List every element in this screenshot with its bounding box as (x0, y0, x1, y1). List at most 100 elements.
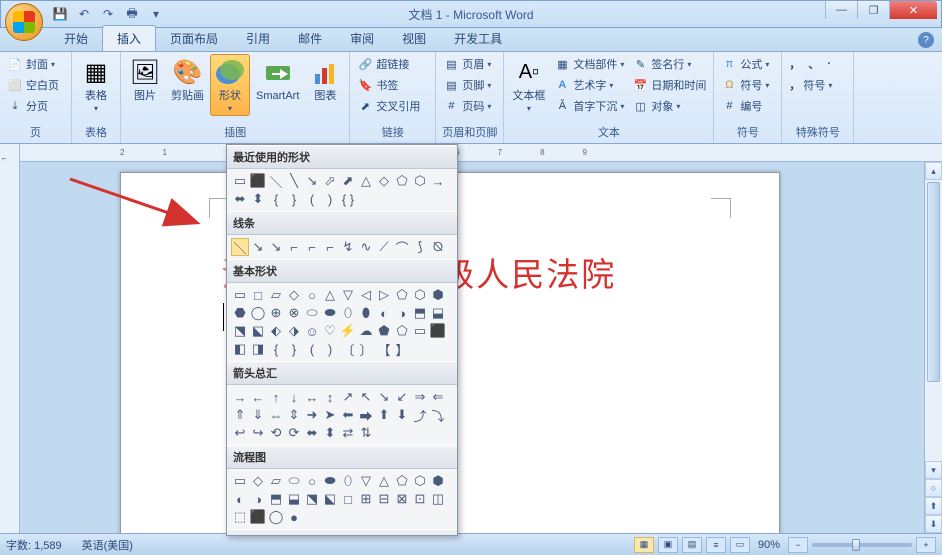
shape-item[interactable]: ○ (303, 472, 321, 490)
shape-item[interactable]: ⬠ (393, 322, 411, 340)
shape-item[interactable]: □ (339, 490, 357, 508)
crossref-button[interactable]: ⬈交叉引用 (354, 96, 423, 116)
shape-item[interactable]: ⮕ (357, 406, 375, 424)
shape-item[interactable]: ⬈ (339, 172, 357, 190)
minimize-button[interactable]: ― (825, 1, 857, 19)
shape-item[interactable]: → (231, 388, 249, 406)
shape-item[interactable]: { (267, 190, 285, 208)
page-break-button[interactable]: ⤓分页 (4, 96, 62, 116)
shape-item[interactable]: ⬛ (249, 172, 267, 190)
shape-item[interactable]: ⦰ (429, 238, 447, 256)
shape-item[interactable]: ⬀ (321, 172, 339, 190)
document-scroll[interactable]: 汀 中级人民法院 (20, 162, 924, 533)
cover-page-button[interactable]: 📄封面▾ (4, 54, 62, 74)
shape-item[interactable]: ⊞ (357, 490, 375, 508)
shape-item[interactable]: 】 (393, 340, 411, 358)
shape-item[interactable]: ▽ (339, 286, 357, 304)
shape-item[interactable]: ⬍ (321, 424, 339, 442)
shape-item[interactable]: ( (303, 340, 321, 358)
shape-item[interactable]: ▭ (231, 286, 249, 304)
shape-item[interactable]: { } (339, 190, 357, 208)
shape-item[interactable]: ＼ (267, 172, 285, 190)
scroll-down-button[interactable]: ▾ (925, 461, 942, 479)
shape-item[interactable]: ⬡ (411, 172, 429, 190)
shape-item[interactable]: ◯ (267, 508, 285, 526)
shape-item[interactable]: ⬕ (249, 322, 267, 340)
sigline-button[interactable]: ✎签名行▾ (629, 54, 709, 74)
shape-item[interactable]: ↓ (285, 388, 303, 406)
shape-item[interactable]: ▱ (267, 472, 285, 490)
shape-item[interactable]: ⟲ (267, 424, 285, 442)
shape-item[interactable]: ↗ (339, 388, 357, 406)
shape-item[interactable]: ⬭ (285, 472, 303, 490)
shape-item[interactable]: ⬟ (375, 322, 393, 340)
shape-item[interactable]: ⊗ (285, 304, 303, 322)
shape-item[interactable]: } (285, 340, 303, 358)
shape-item[interactable]: ⬅ (339, 406, 357, 424)
shape-item[interactable]: ⇓ (249, 406, 267, 424)
shape-item[interactable]: ↯ (339, 238, 357, 256)
scroll-track[interactable] (925, 180, 942, 461)
dunhao-button[interactable]: 、 (805, 54, 822, 74)
redo-icon[interactable]: ↷ (99, 5, 117, 23)
shape-item[interactable]: ⟳ (285, 424, 303, 442)
footer-button[interactable]: ▤页脚▾ (440, 75, 494, 95)
shape-item[interactable]: ⬔ (231, 322, 249, 340)
shape-item[interactable]: ↘ (267, 238, 285, 256)
shape-item[interactable]: ↘ (303, 172, 321, 190)
shape-item[interactable]: △ (321, 286, 339, 304)
shape-item[interactable]: ⬡ (411, 472, 429, 490)
shape-item[interactable]: ⊡ (411, 490, 429, 508)
shape-item[interactable]: ⤴ (411, 406, 429, 424)
shape-item[interactable]: ⊟ (375, 490, 393, 508)
shape-item[interactable]: ⬗ (285, 322, 303, 340)
zoom-slider[interactable] (812, 543, 912, 547)
zoom-slider-thumb[interactable] (852, 539, 860, 551)
shape-item[interactable]: ▭ (231, 172, 249, 190)
vertical-scrollbar[interactable]: ▴ ▾ ○ ⬆ ⬇ (924, 162, 942, 533)
shape-item[interactable]: ⬍ (249, 190, 267, 208)
shape-item[interactable]: ☁ (357, 322, 375, 340)
qat-dropdown-icon[interactable]: ▾ (147, 5, 165, 23)
zoom-out-button[interactable]: − (788, 537, 808, 553)
shape-item[interactable]: △ (375, 472, 393, 490)
shape-item[interactable]: ⬛ (429, 322, 447, 340)
shape-item[interactable]: ↔ (303, 388, 321, 406)
shape-item[interactable]: ⬛ (249, 508, 267, 526)
shape-item[interactable]: ◯ (249, 304, 267, 322)
shape-item[interactable]: ⇅ (357, 424, 375, 442)
shape-item[interactable]: ➤ (321, 406, 339, 424)
equation-button[interactable]: π公式▾ (718, 54, 772, 74)
shape-item[interactable]: ↩ (231, 424, 249, 442)
wordart-button[interactable]: A艺术字▾ (551, 75, 627, 95)
shape-item[interactable]: ▷ (375, 286, 393, 304)
shape-item[interactable]: ⇐ (429, 388, 447, 406)
shape-item[interactable]: ) (321, 190, 339, 208)
dropcap-button[interactable]: Ǎ首字下沉▾ (551, 96, 627, 116)
shape-item[interactable]: ⬠ (393, 286, 411, 304)
shape-item[interactable]: ⬠ (393, 472, 411, 490)
prev-page-button[interactable]: ⬆ (925, 497, 942, 515)
blank-page-button[interactable]: ⬜空白页 (4, 75, 62, 95)
shape-item[interactable]: ◑ (393, 304, 411, 322)
undo-icon[interactable]: ↶ (75, 5, 93, 23)
shape-item[interactable]: ☺ (303, 322, 321, 340)
shape-item[interactable]: △ (357, 172, 375, 190)
shape-item[interactable]: ⬓ (429, 304, 447, 322)
shape-item[interactable]: ◐ (375, 304, 393, 322)
shape-item[interactable]: ◇ (375, 172, 393, 190)
tab-references[interactable]: 引用 (232, 26, 284, 51)
shape-item[interactable]: ⟋ (375, 238, 393, 256)
shape-item[interactable]: ➜ (303, 406, 321, 424)
help-button[interactable]: ? (918, 32, 934, 48)
shape-item[interactable]: ⤵ (429, 406, 447, 424)
shape-item[interactable]: } (285, 190, 303, 208)
dot-button[interactable]: · (824, 54, 834, 74)
smartart-button[interactable]: SmartArt (252, 54, 303, 104)
shape-item[interactable]: ↘ (249, 238, 267, 256)
shape-item[interactable]: ◁ (357, 286, 375, 304)
shape-item[interactable]: ↪ (249, 424, 267, 442)
shape-item[interactable]: ▽ (357, 472, 375, 490)
zoom-level[interactable]: 90% (758, 539, 780, 551)
shape-item[interactable]: ⬖ (267, 322, 285, 340)
